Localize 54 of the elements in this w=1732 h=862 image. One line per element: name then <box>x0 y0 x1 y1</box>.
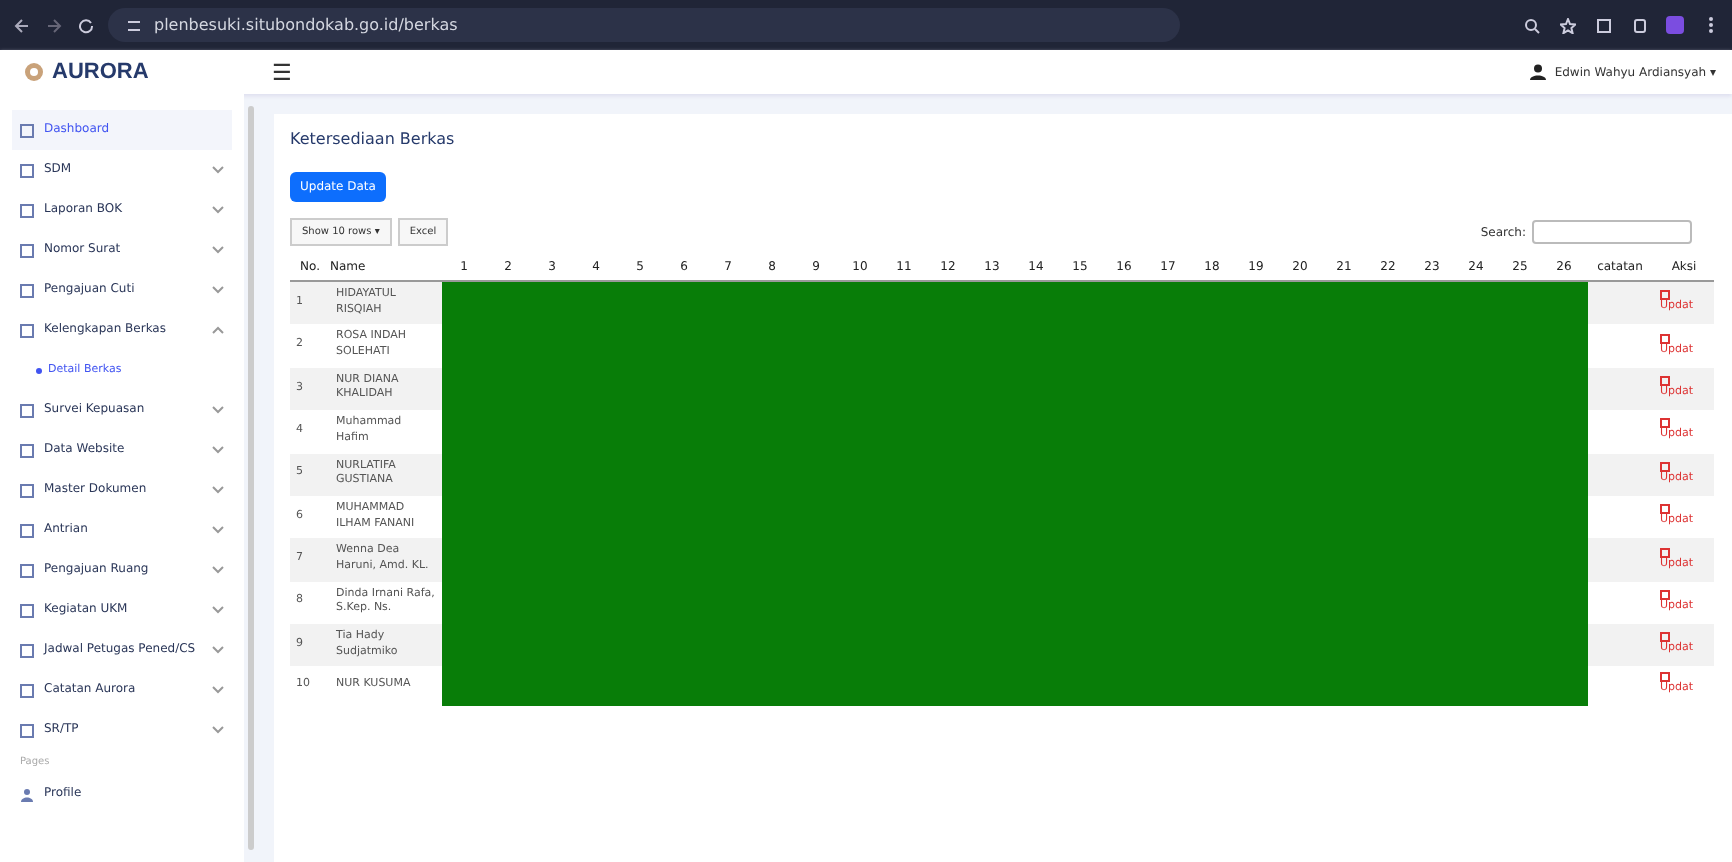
chevron-icon <box>212 686 224 694</box>
site-info-icon[interactable] <box>124 15 144 35</box>
chevron-icon <box>212 646 224 654</box>
star-icon[interactable] <box>1558 15 1578 35</box>
chevron-icon <box>212 526 224 534</box>
address-bar[interactable]: plenbesuki.situbondokab.go.id/berkas <box>108 8 1180 42</box>
page-title: Ketersediaan Berkas <box>290 130 457 148</box>
logo-icon <box>24 62 44 82</box>
menu-item-icon <box>20 323 34 337</box>
menu-item-icon <box>20 443 34 457</box>
edit-icon <box>1660 418 1670 429</box>
chevron-icon <box>212 206 224 214</box>
chevron-icon <box>212 286 224 294</box>
menu-item-icon <box>20 563 34 577</box>
menu-item-icon <box>20 203 34 217</box>
bullet-icon <box>36 367 42 373</box>
edit-icon <box>1660 376 1670 387</box>
menu-toggle-button[interactable]: ☰ <box>272 59 292 85</box>
person-icon <box>20 787 34 801</box>
chevron-icon <box>212 566 224 574</box>
edit-icon <box>1660 333 1670 344</box>
chevron-icon <box>212 166 224 174</box>
user-icon <box>1530 64 1547 80</box>
menu-item-icon <box>20 483 34 497</box>
zoom-icon[interactable] <box>1522 15 1542 35</box>
reload-icon[interactable] <box>76 15 96 35</box>
menu-item-icon <box>20 163 34 177</box>
edit-icon <box>1660 290 1670 301</box>
menu-item-icon <box>20 523 34 537</box>
app-logo-text: AURORA <box>52 60 149 84</box>
chevron-icon <box>212 606 224 614</box>
forward-icon[interactable] <box>44 15 64 35</box>
menu-item-icon <box>20 643 34 657</box>
edit-icon <box>1660 461 1670 472</box>
search-field[interactable] <box>1532 220 1692 244</box>
menu-item-icon <box>20 723 34 737</box>
menu-item-icon <box>20 243 34 257</box>
chevron-icon <box>212 246 224 254</box>
chevron-icon <box>212 406 224 414</box>
edit-icon <box>1660 504 1670 515</box>
menu-item-icon <box>20 403 34 417</box>
chevron-icon <box>212 326 224 334</box>
menu-item-icon <box>20 603 34 617</box>
chevron-icon <box>212 446 224 454</box>
back-icon[interactable] <box>12 15 32 35</box>
chevron-icon <box>212 726 224 734</box>
chevron-icon <box>212 486 224 494</box>
edit-icon <box>1660 589 1670 600</box>
menu-item-icon <box>20 283 34 297</box>
menu-item-icon <box>20 123 34 137</box>
edit-icon <box>1660 672 1670 683</box>
edit-icon <box>1660 547 1670 558</box>
menu-item-icon <box>20 683 34 697</box>
edit-icon <box>1660 632 1670 643</box>
